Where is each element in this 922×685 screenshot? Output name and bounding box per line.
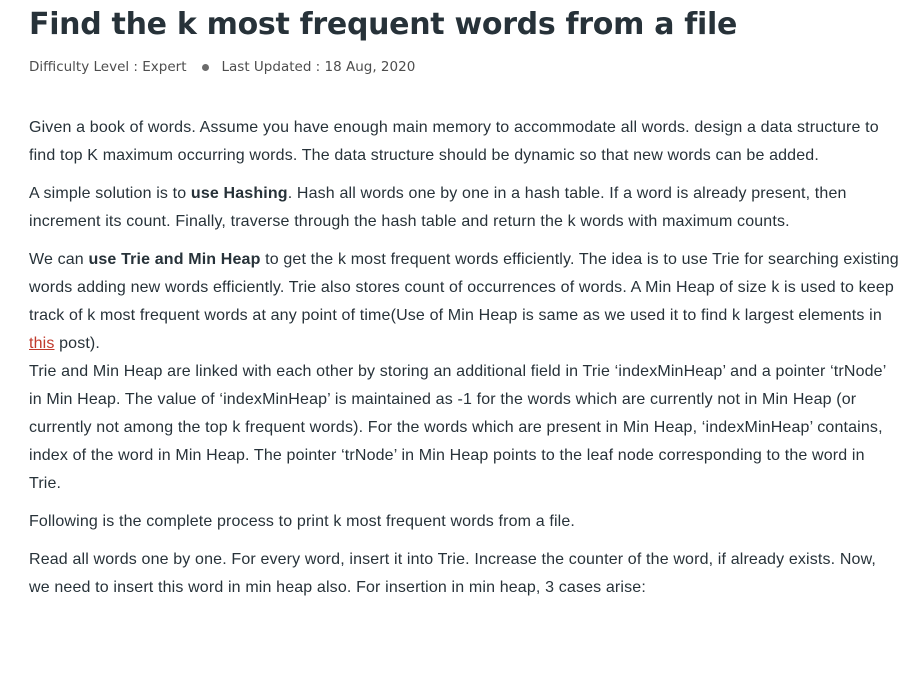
separator-dot-icon [201, 63, 209, 71]
bold-text: use Hashing [190, 185, 288, 202]
text: post). [54, 335, 101, 352]
last-updated: Last Updated : 18 Aug, 2020 [221, 59, 416, 75]
this-post-link[interactable]: this [29, 335, 55, 352]
difficulty-level: Difficulty Level : Expert [29, 59, 187, 75]
paragraph-hashing: A simple solution is to use Hashing. Has… [29, 180, 899, 236]
paragraph-process: Following is the complete process to pri… [29, 513, 575, 530]
article-meta: Difficulty Level : Expert Last Updated :… [29, 57, 899, 77]
bold-text: use Trie and Min Heap [88, 251, 261, 268]
paragraph-steps: Read all words one by one. For every wor… [29, 551, 876, 596]
text: We can [29, 251, 89, 268]
text: A simple solution is to [29, 185, 191, 202]
paragraph-trie-heap: We can use Trie and Min Heap to get the … [29, 246, 899, 358]
article-title: Find the k most frequent words from a fi… [29, 7, 738, 42]
article-content: Given a book of words. Assume you have e… [29, 114, 899, 602]
paragraph-intro: Given a book of words. Assume you have e… [29, 119, 879, 164]
article: Find the k most frequent words from a fi… [29, 0, 899, 612]
paragraph-linking: Trie and Min Heap are linked with each o… [29, 363, 886, 492]
